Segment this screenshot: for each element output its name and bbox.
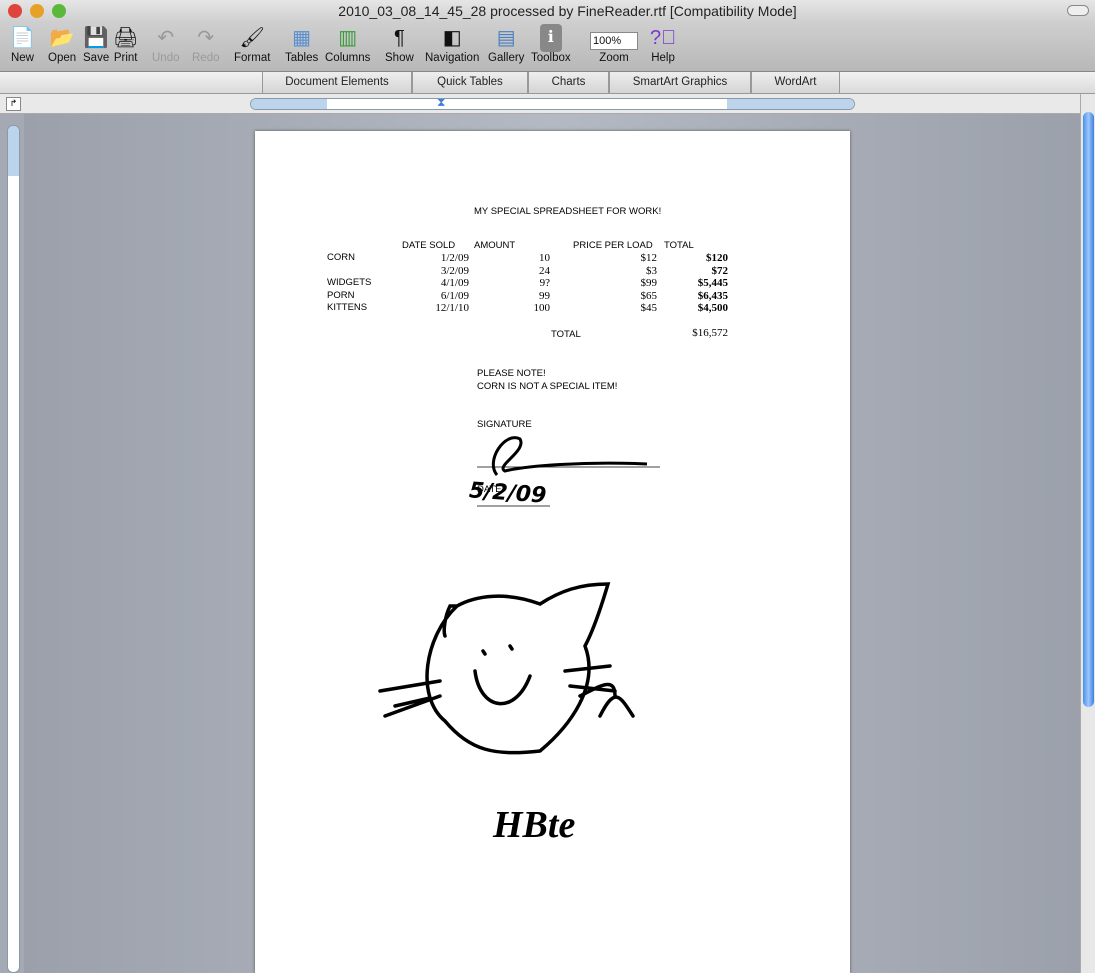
- cell-item: PORN: [327, 289, 355, 301]
- vertical-ruler[interactable]: [7, 125, 20, 973]
- handwritten-date: 5/2/09: [468, 478, 548, 509]
- cell-amount: 10: [539, 252, 550, 264]
- columns-icon: ▥: [338, 27, 358, 49]
- header-date-sold: DATE SOLD: [402, 240, 456, 251]
- header-total: TOTAL: [664, 240, 694, 251]
- minimize-button[interactable]: [30, 4, 44, 18]
- cell-date: 4/1/09: [440, 277, 469, 289]
- cell-amount: 100: [533, 302, 551, 314]
- pilcrow-icon: ¶: [394, 27, 405, 49]
- note-line-2: CORN IS NOT A SPECIAL ITEM!: [477, 381, 618, 392]
- cell-total: $6,435: [697, 289, 728, 302]
- cell-price: $45: [640, 302, 658, 314]
- cell-date: 3/2/09: [440, 264, 469, 277]
- columns-button[interactable]: ▥ Columns: [325, 24, 370, 64]
- undo-button[interactable]: ↶ Undo: [152, 24, 180, 64]
- open-button[interactable]: 📂 Open: [48, 24, 76, 64]
- open-folder-icon: 📂: [49, 27, 75, 49]
- cell-date: 12/1/10: [435, 302, 469, 314]
- tables-button[interactable]: ▦ Tables: [285, 24, 318, 64]
- cell-amount: 99: [539, 289, 550, 302]
- cell-item: KITTENS: [327, 302, 368, 313]
- print-button[interactable]: 🖨 Print: [113, 24, 138, 64]
- title-bar: 2010_03_08_14_45_28 processed by FineRea…: [0, 0, 1095, 22]
- cell-total: $4,500: [697, 302, 728, 314]
- cell-price: $3: [646, 264, 657, 277]
- total-label: TOTAL: [551, 329, 581, 340]
- redo-button[interactable]: ↷ Redo: [192, 24, 220, 64]
- cell-amount: 9?: [539, 277, 550, 289]
- toolbar-toggle-button[interactable]: [1067, 5, 1089, 16]
- help-button[interactable]: ?⃝ Help: [650, 24, 676, 64]
- tab-smartart-graphics[interactable]: SmartArt Graphics: [609, 72, 751, 93]
- tab-quick-tables[interactable]: Quick Tables: [412, 72, 528, 93]
- help-question-icon: ?⃝: [650, 27, 677, 49]
- indent-marker[interactable]: ⧗: [437, 99, 445, 109]
- paintbrush-icon: 🖌: [239, 27, 265, 49]
- navigation-pane-icon: ◧: [442, 27, 462, 49]
- header-amount: AMOUNT: [474, 240, 516, 251]
- cell-date: 1/2/09: [440, 252, 469, 264]
- window-title: 2010_03_08_14_45_28 processed by FineRea…: [338, 3, 797, 19]
- format-button[interactable]: 🖌 Format: [234, 24, 270, 64]
- tab-charts[interactable]: Charts: [528, 72, 609, 93]
- elements-gallery-tabs: Document Elements Quick Tables Charts Sm…: [0, 72, 1095, 94]
- footer-text: HBte: [493, 804, 576, 846]
- cell-price: $65: [640, 289, 658, 302]
- tab-wordart[interactable]: WordArt: [751, 72, 840, 93]
- cat-drawing: [378, 582, 635, 755]
- document-page: MY SPECIAL SPREADSHEET FOR WORK! DATE SO…: [255, 131, 850, 973]
- gallery-button[interactable]: ▤ Gallery: [488, 24, 524, 64]
- printer-icon: 🖨: [113, 27, 139, 49]
- cell-total: $5,445: [697, 277, 728, 289]
- document-title: MY SPECIAL SPREADSHEET FOR WORK!: [474, 206, 662, 217]
- tab-stop-selector[interactable]: ↱: [6, 97, 21, 111]
- show-button[interactable]: ¶ Show: [385, 24, 414, 64]
- navigation-button[interactable]: ◧ Navigation: [425, 24, 479, 64]
- horizontal-ruler[interactable]: ⧗: [250, 98, 855, 110]
- cell-price: $99: [640, 277, 658, 289]
- toolbox-info-icon: ℹ: [540, 24, 562, 52]
- cell-item: WIDGETS: [327, 277, 372, 288]
- total-value: $16,572: [692, 327, 728, 339]
- ruler-bar: ↱ ⧗: [0, 94, 1080, 114]
- gallery-icon: ▤: [496, 27, 516, 49]
- standard-toolbar: 📄 New 📂 Open 💾 Save 🖨 Print ↶ Undo ↷ Redo 🖌 For…: [0, 22, 1095, 72]
- cell-total: $72: [711, 264, 729, 277]
- close-button[interactable]: [8, 4, 22, 18]
- zoom-control[interactable]: 100% Zoom: [590, 24, 638, 64]
- cell-amount: 24: [539, 264, 550, 277]
- zoom-button[interactable]: [52, 4, 66, 18]
- cell-item: CORN: [327, 252, 355, 263]
- floppy-disk-icon: 💾: [83, 27, 109, 49]
- zoom-select[interactable]: 100%: [590, 32, 638, 50]
- note-line-1: PLEASE NOTE!: [477, 368, 546, 379]
- header-price: PRICE PER LOAD: [573, 240, 653, 251]
- new-button[interactable]: 📄 New: [10, 24, 35, 64]
- redo-icon: ↷: [197, 27, 215, 49]
- table-grid-icon: ▦: [292, 27, 312, 49]
- cell-total: $120: [706, 252, 728, 264]
- new-document-icon: 📄: [10, 27, 35, 49]
- vertical-scrollbar[interactable]: [1080, 94, 1095, 973]
- undo-icon: ↶: [157, 27, 175, 49]
- cell-price: $12: [640, 252, 658, 264]
- toolbox-button[interactable]: ℹ Toolbox: [531, 24, 571, 64]
- tab-document-elements[interactable]: Document Elements: [262, 72, 412, 93]
- signature-label: SIGNATURE: [477, 419, 532, 430]
- cell-date: 6/1/09: [440, 289, 469, 302]
- save-button[interactable]: 💾 Save: [83, 24, 109, 64]
- scrollbar-thumb[interactable]: [1083, 112, 1094, 707]
- signature-drawing: [477, 436, 660, 507]
